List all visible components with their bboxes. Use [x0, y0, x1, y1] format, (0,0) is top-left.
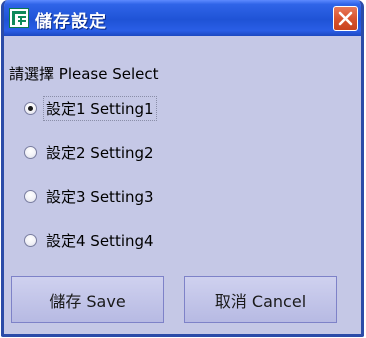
radio-option-setting2[interactable]: 設定2 Setting2 — [24, 140, 157, 164]
radio-option-setting4[interactable]: 設定4 Setting4 — [24, 228, 157, 252]
radio-button[interactable] — [24, 101, 37, 115]
radio-button[interactable] — [24, 145, 37, 159]
radio-label[interactable]: 設定4 Setting4 — [43, 228, 157, 253]
title-bar[interactable]: 儲存設定 — [4, 0, 361, 36]
radio-label[interactable]: 設定2 Setting2 — [43, 140, 157, 165]
window-title: 儲存設定 — [35, 12, 107, 32]
close-button[interactable] — [333, 6, 358, 31]
close-icon — [338, 11, 353, 26]
app-icon — [9, 8, 29, 28]
cancel-button[interactable]: 取消 Cancel — [184, 276, 337, 323]
save-button[interactable]: 儲存 Save — [11, 276, 164, 323]
radio-label[interactable]: 設定3 Setting3 — [43, 184, 157, 209]
radio-label[interactable]: 設定1 Setting1 — [43, 95, 157, 121]
radio-button[interactable] — [24, 233, 37, 247]
dialog-window: 儲存設定 請選擇 Please Select 設定1 Setting1 設定2 … — [1, 0, 364, 337]
radio-button[interactable] — [24, 189, 37, 203]
radio-option-setting3[interactable]: 設定3 Setting3 — [24, 184, 157, 208]
radio-option-setting1[interactable]: 設定1 Setting1 — [24, 95, 157, 121]
prompt-label: 請選擇 Please Select — [9, 65, 159, 83]
